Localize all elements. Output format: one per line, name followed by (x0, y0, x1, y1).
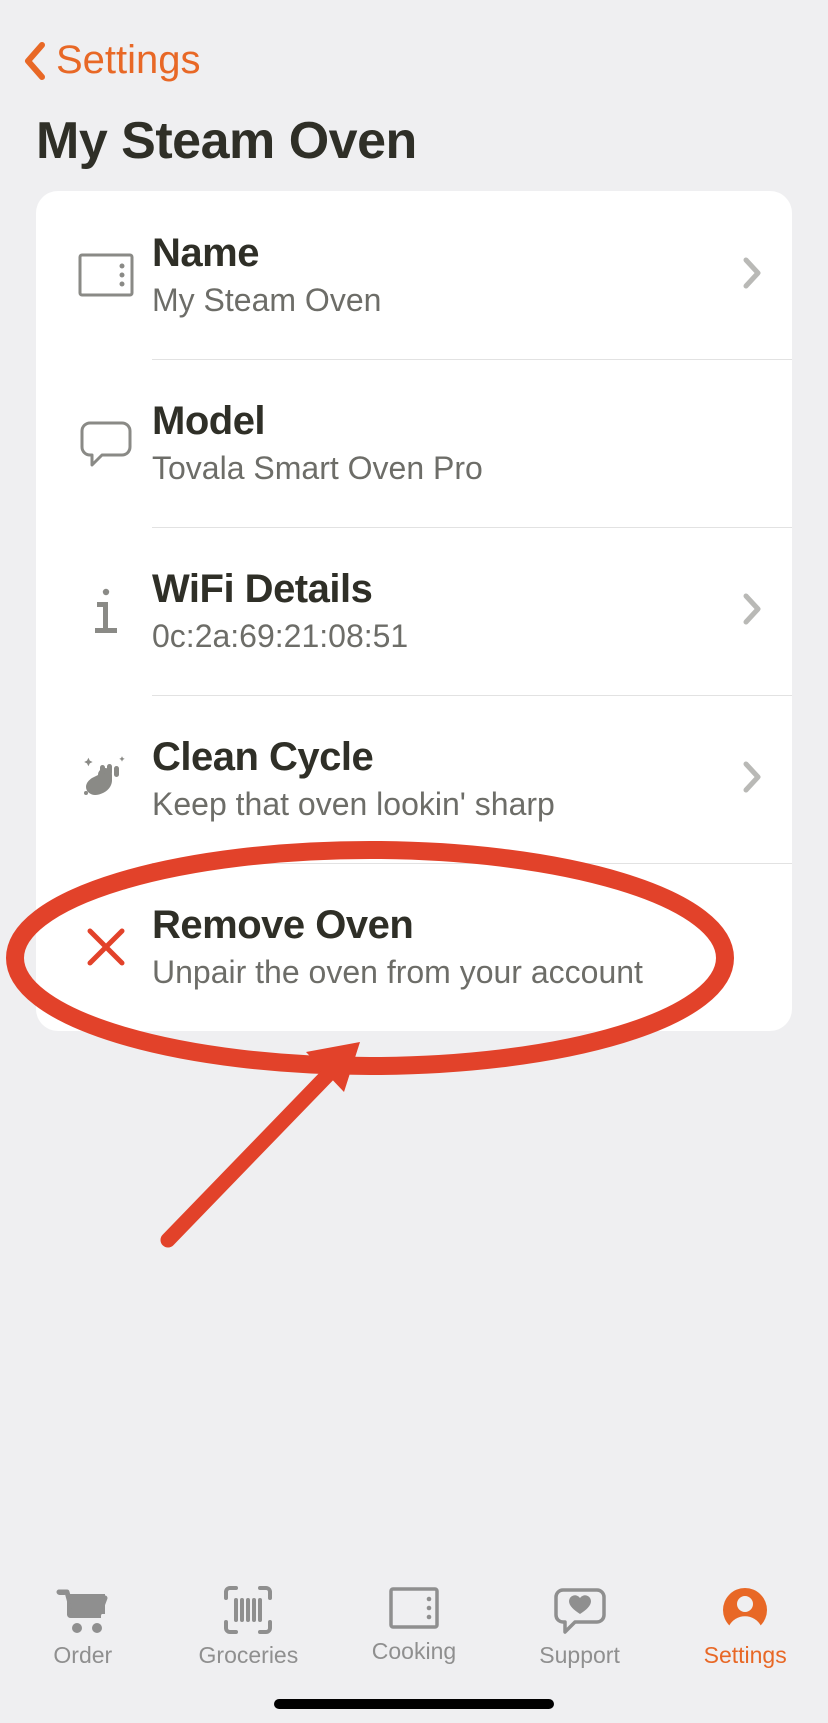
oven-icon (78, 253, 134, 297)
info-icon (89, 586, 123, 636)
back-label: Settings (56, 38, 201, 83)
chevron-right-icon (742, 592, 762, 631)
tab-support[interactable]: Support (497, 1586, 663, 1669)
wifi-details-row[interactable]: WiFi Details 0c:2a:69:21:08:51 (36, 527, 792, 695)
sparkle-hand-icon (80, 755, 132, 803)
wifi-label: WiFi Details (152, 567, 722, 612)
remove-value: Unpair the oven from your account (152, 954, 722, 991)
x-icon (84, 925, 128, 969)
home-indicator (274, 1699, 554, 1709)
tab-groceries[interactable]: Groceries (166, 1586, 332, 1669)
page-title: My Steam Oven (0, 83, 828, 191)
settings-card: Name My Steam Oven Model Tovala Smart Ov… (36, 191, 792, 1031)
tab-support-label: Support (539, 1642, 620, 1669)
tab-order[interactable]: Order (0, 1586, 166, 1669)
clean-label: Clean Cycle (152, 735, 722, 780)
tab-settings-label: Settings (704, 1642, 787, 1669)
cart-icon (55, 1586, 111, 1634)
chevron-right-icon (742, 760, 762, 799)
remove-oven-row[interactable]: Remove Oven Unpair the oven from your ac… (36, 863, 792, 1031)
tab-groceries-label: Groceries (199, 1642, 299, 1669)
chevron-right-icon (742, 256, 762, 295)
clean-cycle-row[interactable]: Clean Cycle Keep that oven lookin' sharp (36, 695, 792, 863)
wifi-value: 0c:2a:69:21:08:51 (152, 618, 722, 655)
oven-icon (388, 1586, 440, 1630)
name-value: My Steam Oven (152, 282, 722, 319)
back-button[interactable]: Settings (0, 0, 223, 83)
tab-order-label: Order (53, 1642, 112, 1669)
model-value: Tovala Smart Oven Pro (152, 450, 722, 487)
name-label: Name (152, 231, 722, 276)
barcode-scan-icon (222, 1586, 274, 1634)
clean-value: Keep that oven lookin' sharp (152, 786, 722, 823)
model-label: Model (152, 399, 722, 444)
model-row: Model Tovala Smart Oven Pro (36, 359, 792, 527)
speech-bubble-icon (80, 419, 132, 467)
tab-settings[interactable]: Settings (662, 1586, 828, 1669)
name-row[interactable]: Name My Steam Oven (36, 191, 792, 359)
remove-label: Remove Oven (152, 903, 722, 948)
heart-bubble-icon (553, 1586, 607, 1634)
person-circle-icon (721, 1586, 769, 1634)
chevron-left-icon (22, 41, 46, 81)
tab-cooking[interactable]: Cooking (331, 1586, 497, 1665)
tab-cooking-label: Cooking (372, 1638, 456, 1665)
